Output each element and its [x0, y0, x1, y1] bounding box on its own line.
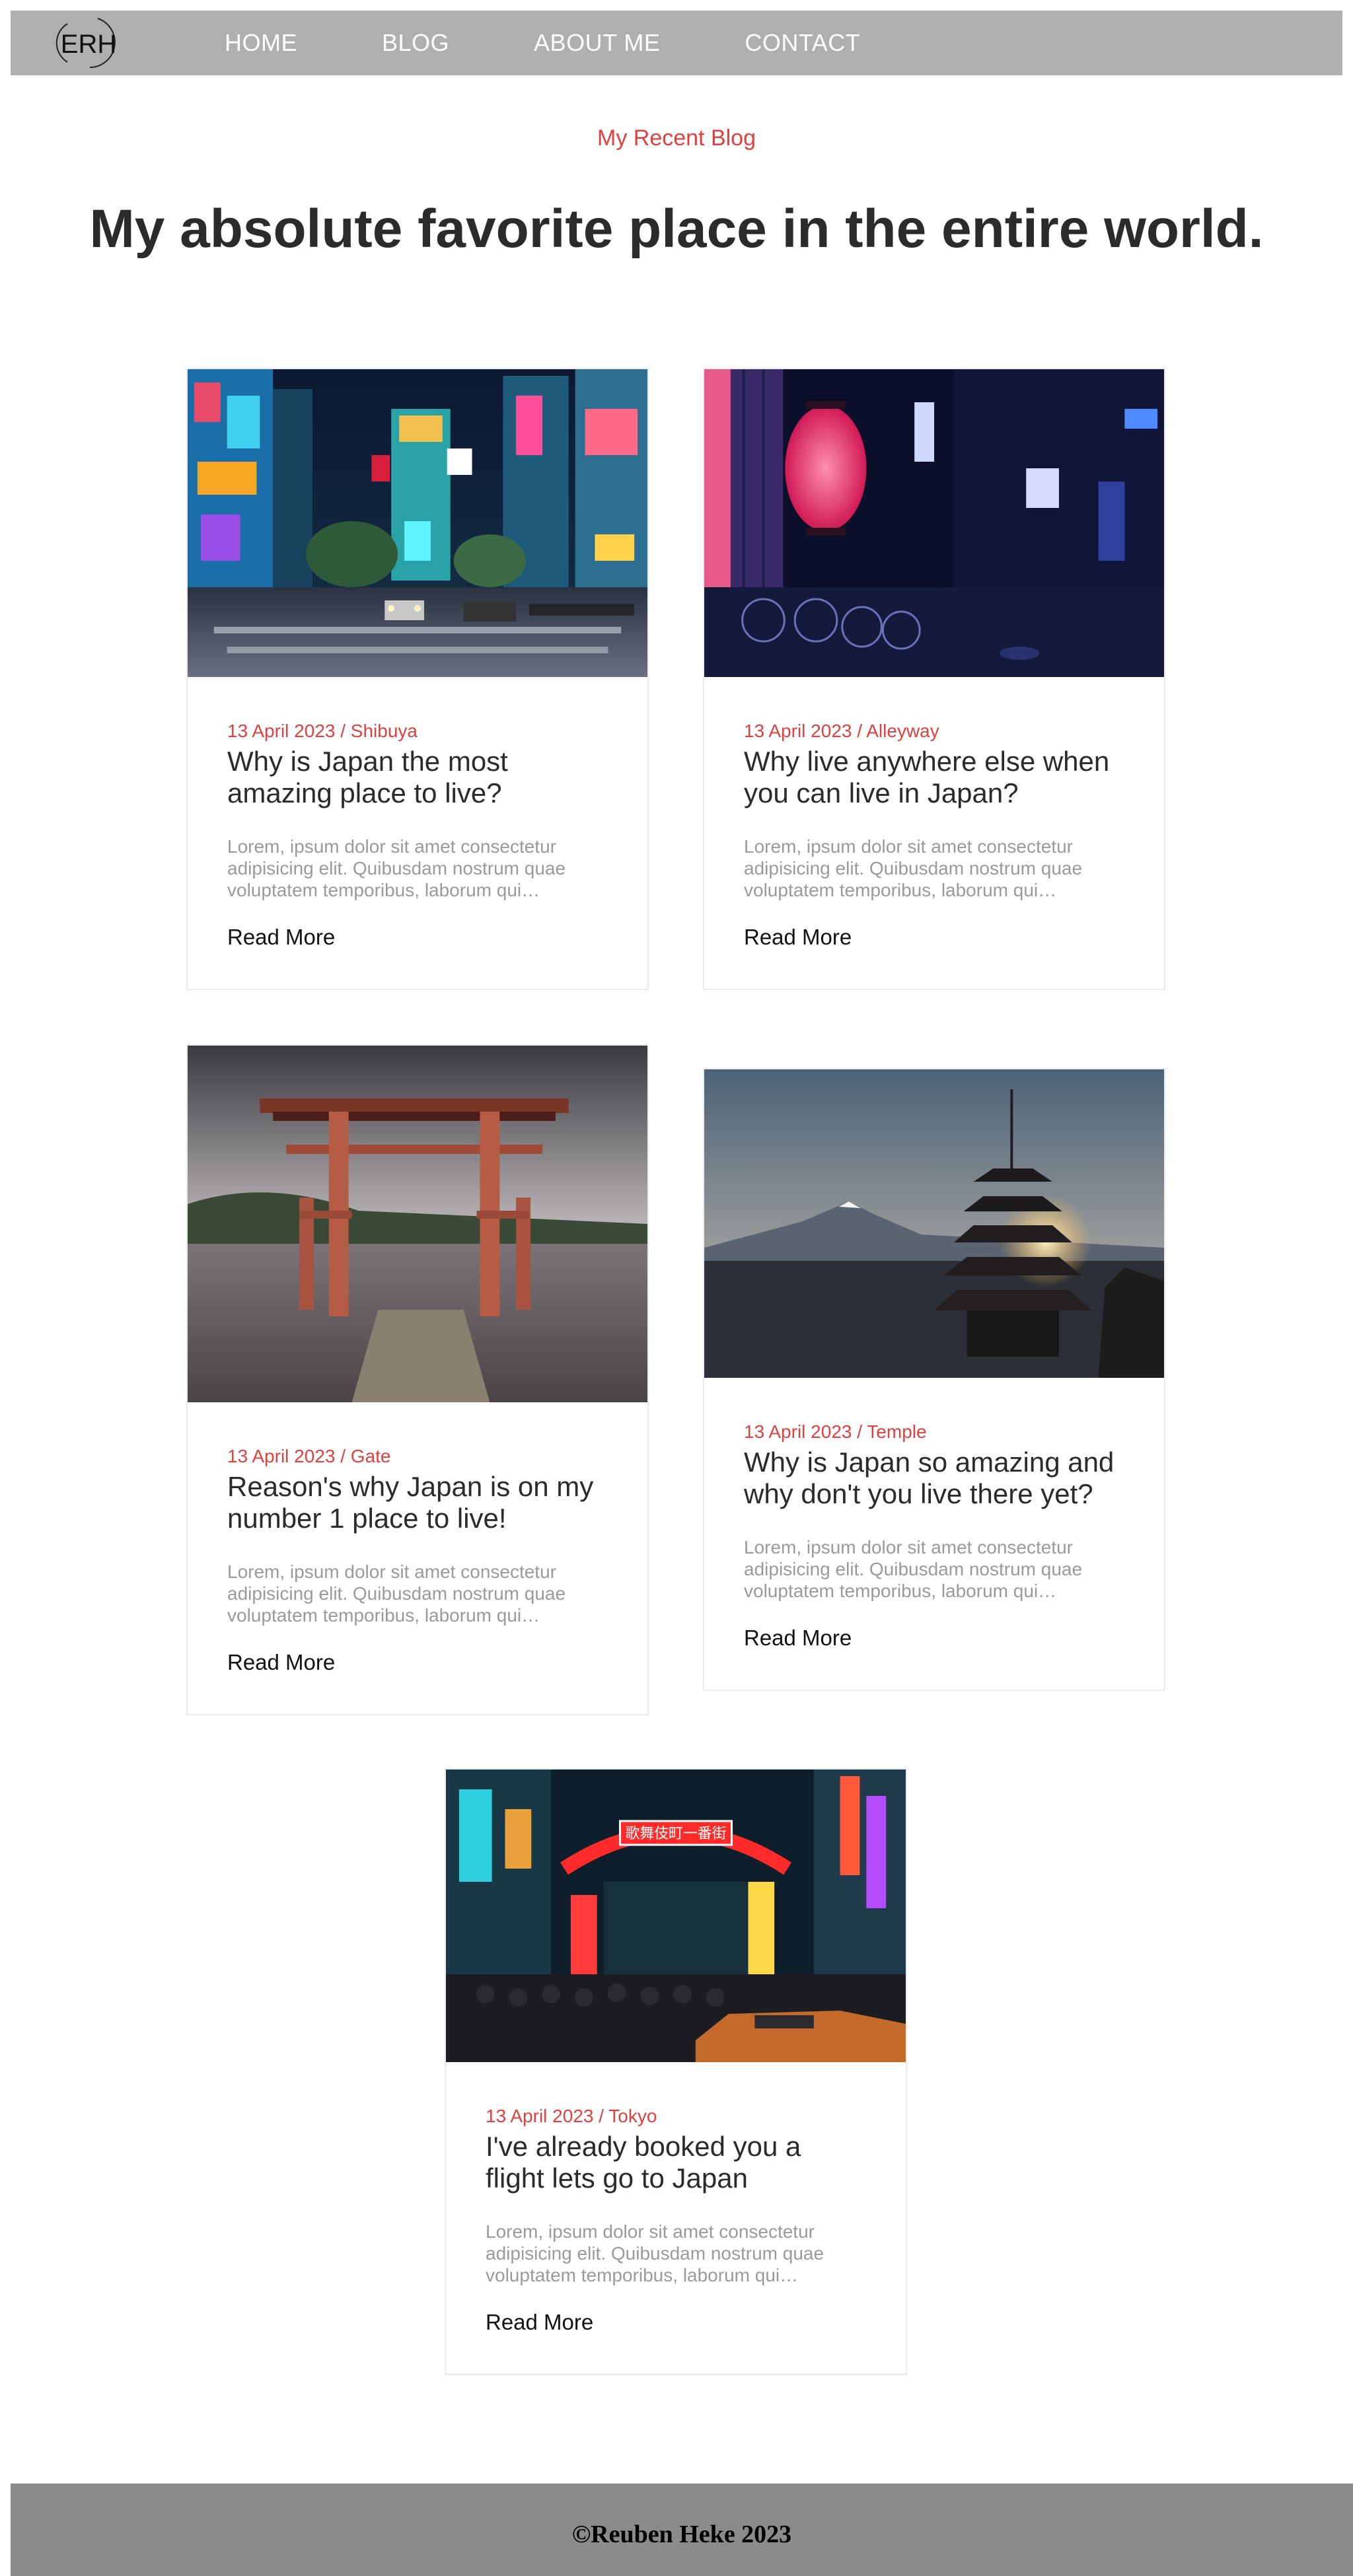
blog-card-temple: 13 April 2023 / Temple Why is Japan so a…: [703, 1068, 1165, 1691]
section-eyebrow: My Recent Blog: [597, 125, 756, 151]
nav-link-about-me[interactable]: ABOUT ME: [534, 29, 660, 57]
card-image: [188, 1046, 647, 1402]
read-more-link[interactable]: Read More: [227, 925, 335, 950]
read-more-link[interactable]: Read More: [227, 1650, 335, 1675]
card-body: 13 April 2023 / Temple Why is Japan so a…: [704, 1378, 1164, 1651]
nav-links: HOME BLOG ABOUT ME CONTACT: [225, 11, 945, 75]
card-body: 13 April 2023 / Shibuya Why is Japan the…: [188, 677, 647, 950]
nav-link-home[interactable]: HOME: [225, 29, 297, 57]
read-more-link[interactable]: Read More: [486, 2310, 593, 2335]
card-image: [704, 1069, 1164, 1378]
card-image: [704, 369, 1164, 677]
shibuya-crossing-photo: [188, 369, 647, 677]
card-excerpt: Lorem, ipsum dolor sit amet consectetur …: [486, 2221, 824, 2285]
card-excerpt: Lorem, ipsum dolor sit amet consectetur …: [227, 1561, 566, 1626]
blog-card-gate: 13 April 2023 / Gate Reason's why Japan …: [186, 1044, 649, 1715]
card-excerpt: Lorem, ipsum dolor sit amet consectetur …: [227, 836, 566, 900]
card-meta: 13 April 2023 / Temple: [744, 1421, 927, 1442]
card-excerpt: Lorem, ipsum dolor sit amet consectetur …: [744, 1537, 1083, 1601]
pagoda-fuji-photo: [704, 1069, 1164, 1378]
lantern-alleyway-photo: [704, 369, 1164, 677]
card-body: 13 April 2023 / Tokyo I've already booke…: [446, 2062, 906, 2335]
logo-text: ERH: [61, 30, 116, 59]
gate-sign-text: 歌舞伎町一番街: [625, 1826, 726, 1842]
logo-mark-icon: ERH: [55, 18, 116, 68]
card-meta: 13 April 2023 / Shibuya: [227, 721, 418, 741]
card-title[interactable]: I've already booked you a flight lets go…: [486, 2131, 866, 2194]
card-body: 13 April 2023 / Alleyway Why live anywhe…: [704, 677, 1164, 950]
card-image: [188, 369, 647, 677]
card-title[interactable]: Why is Japan so amazing and why don't yo…: [744, 1447, 1124, 1510]
nav-link-contact[interactable]: CONTACT: [745, 29, 860, 57]
read-more-link[interactable]: Read More: [744, 925, 852, 950]
card-image: 歌舞伎町一番街: [446, 1770, 906, 2062]
read-more-link[interactable]: Read More: [744, 1626, 852, 1651]
card-meta: 13 April 2023 / Alleyway: [744, 721, 939, 741]
torii-gate-photo: [188, 1046, 647, 1402]
blog-card-alleyway: 13 April 2023 / Alleyway Why live anywhe…: [703, 368, 1165, 990]
nav-link-blog[interactable]: BLOG: [382, 29, 449, 57]
site-logo[interactable]: ERH: [49, 17, 127, 69]
card-meta: 13 April 2023 / Gate: [227, 1446, 391, 1466]
card-title[interactable]: Why is Japan the most amazing place to l…: [227, 746, 608, 809]
page-title: My absolute favorite place in the entire…: [89, 199, 1264, 259]
footer: ©Reuben Heke 2023: [11, 2484, 1353, 2576]
navbar: ERH HOME BLOG ABOUT ME CONTACT: [11, 11, 1342, 75]
blog-card-tokyo: 歌舞伎町一番街 13 April 2023 / Tokyo I've alrea…: [445, 1768, 907, 2375]
kabukicho-gate-photo: 歌舞伎町一番街: [446, 1770, 906, 2062]
card-title[interactable]: Why live anywhere else when you can live…: [744, 746, 1124, 809]
card-excerpt: Lorem, ipsum dolor sit amet consectetur …: [744, 836, 1083, 900]
footer-copyright: ©Reuben Heke 2023: [571, 2521, 792, 2548]
card-meta: 13 April 2023 / Tokyo: [486, 2106, 657, 2126]
card-body: 13 April 2023 / Gate Reason's why Japan …: [188, 1402, 647, 1675]
card-title[interactable]: Reason's why Japan is on my number 1 pla…: [227, 1471, 608, 1534]
blog-card-shibuya: 13 April 2023 / Shibuya Why is Japan the…: [186, 368, 649, 990]
